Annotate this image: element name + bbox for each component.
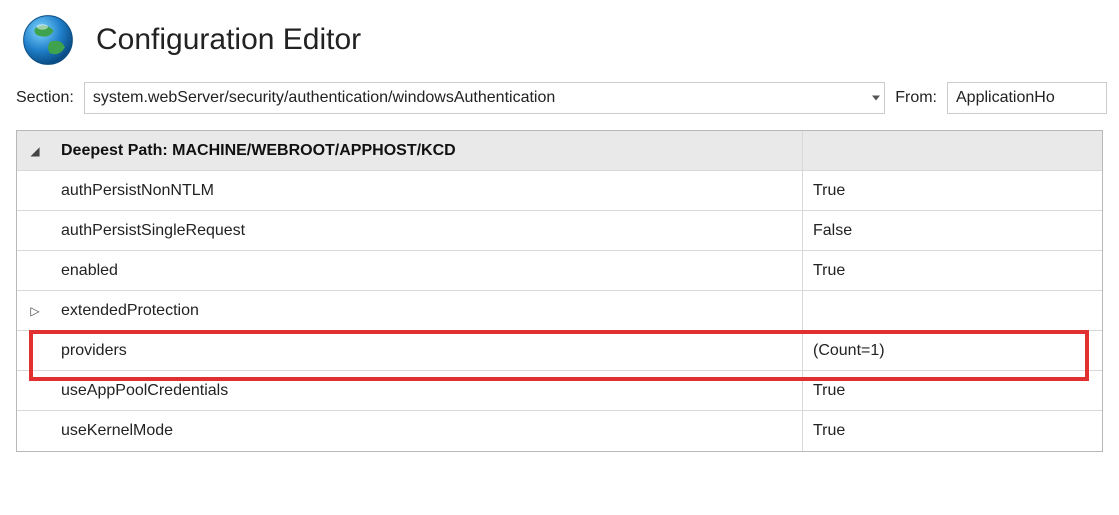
property-name: useAppPoolCredentials xyxy=(53,382,802,400)
property-row[interactable]: authPersistSingleRequest False xyxy=(17,211,1102,251)
property-value[interactable] xyxy=(802,291,1102,330)
section-label: Section: xyxy=(16,89,74,107)
property-row[interactable]: providers (Count=1) xyxy=(17,331,1102,371)
property-name: extendedProtection xyxy=(53,302,802,320)
property-grid: ◢ Deepest Path: MACHINE/WEBROOT/APPHOST/… xyxy=(16,130,1103,452)
expand-icon[interactable]: ▷ xyxy=(17,304,53,318)
section-dropdown[interactable]: system.webServer/security/authentication… xyxy=(84,82,885,114)
property-row[interactable]: useAppPoolCredentials True xyxy=(17,371,1102,411)
property-value[interactable]: True xyxy=(802,411,1102,451)
chevron-down-icon xyxy=(872,96,880,101)
page-title: Configuration Editor xyxy=(96,23,361,57)
property-row[interactable]: useKernelMode True xyxy=(17,411,1102,451)
property-value[interactable]: False xyxy=(802,211,1102,250)
property-value[interactable]: True xyxy=(802,251,1102,290)
from-label: From: xyxy=(895,89,937,107)
header-path: MACHINE/WEBROOT/APPHOST/KCD xyxy=(172,142,456,159)
grid-header-row[interactable]: ◢ Deepest Path: MACHINE/WEBROOT/APPHOST/… xyxy=(17,131,1102,171)
header: Configuration Editor xyxy=(0,0,1119,78)
from-dropdown[interactable]: ApplicationHo xyxy=(947,82,1107,114)
property-value[interactable]: (Count=1) xyxy=(802,331,1102,370)
property-row[interactable]: ▷ extendedProtection xyxy=(17,291,1102,331)
header-prefix: Deepest Path: xyxy=(61,142,172,159)
property-row[interactable]: authPersistNonNTLM True xyxy=(17,171,1102,211)
property-name: authPersistNonNTLM xyxy=(53,182,802,200)
from-dropdown-value: ApplicationHo xyxy=(956,89,1055,107)
property-name: authPersistSingleRequest xyxy=(53,222,802,240)
property-name: enabled xyxy=(53,262,802,280)
globe-icon xyxy=(18,10,78,70)
property-name: useKernelMode xyxy=(53,422,802,440)
selectors-bar: Section: system.webServer/security/authe… xyxy=(0,78,1119,122)
property-name: providers xyxy=(53,342,802,360)
property-value[interactable]: True xyxy=(802,171,1102,210)
collapse-icon[interactable]: ◢ xyxy=(17,144,53,158)
property-value[interactable]: True xyxy=(802,371,1102,410)
section-dropdown-value: system.webServer/security/authentication… xyxy=(93,89,555,107)
property-row[interactable]: enabled True xyxy=(17,251,1102,291)
header-value xyxy=(802,131,1102,170)
